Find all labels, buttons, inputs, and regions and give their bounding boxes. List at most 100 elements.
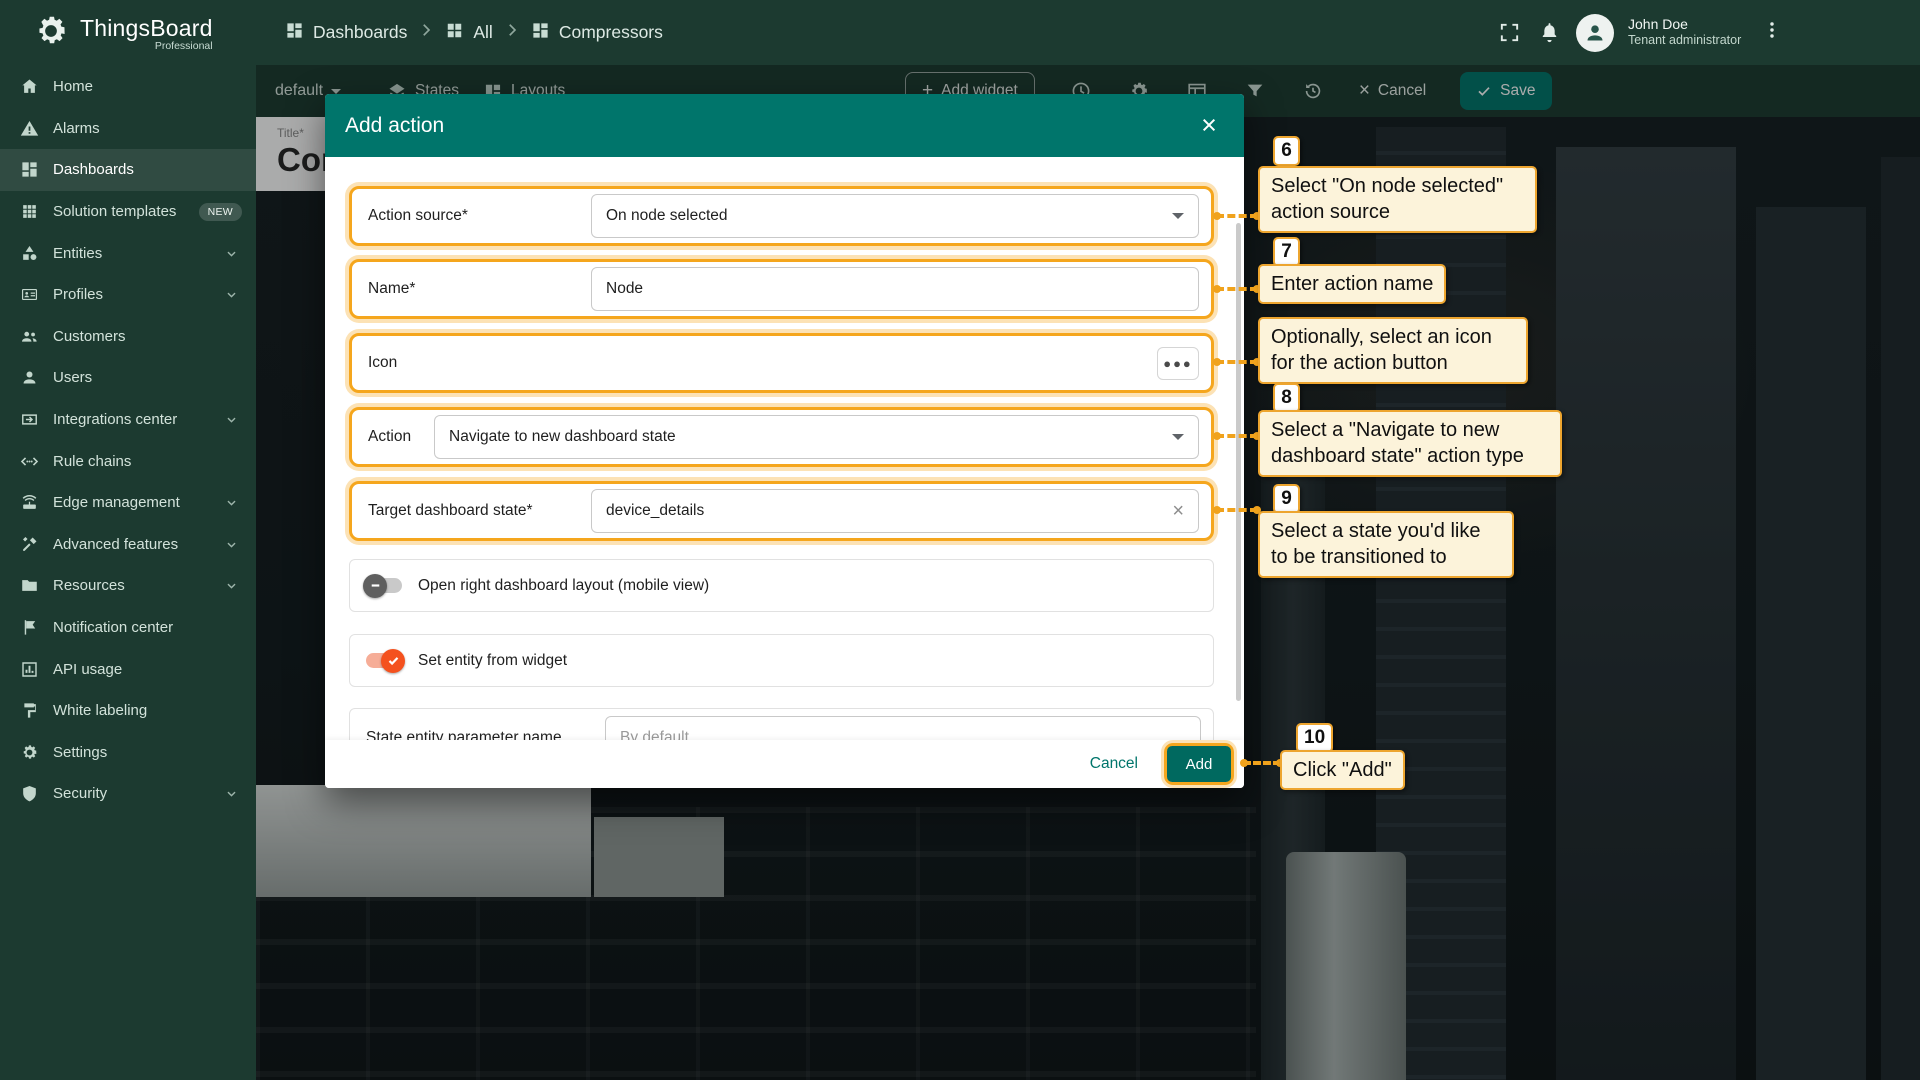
sidebar-item-security[interactable]: Security bbox=[0, 773, 256, 815]
callout-connector-1 bbox=[1216, 214, 1258, 218]
user-info: John Doe Tenant administrator bbox=[1628, 16, 1741, 49]
sidebar-item-label: Entities bbox=[53, 245, 102, 262]
mobile-layout-toggle[interactable] bbox=[366, 578, 402, 593]
sidebar-item-edge-management[interactable]: Edge management bbox=[0, 482, 256, 524]
more-vertical-icon[interactable] bbox=[1761, 19, 1783, 46]
dashboards-group-icon bbox=[445, 21, 464, 45]
sidebar-item-label: Advanced features bbox=[53, 536, 178, 553]
top-header: Dashboards All Compressors John Doe Tena… bbox=[256, 0, 1920, 65]
sidebar-item-customers[interactable]: Customers bbox=[0, 316, 256, 358]
action-type-select[interactable]: Navigate to new dashboard state bbox=[434, 415, 1199, 459]
sidebar-item-label: Settings bbox=[53, 744, 107, 761]
action-name-input[interactable]: Node bbox=[591, 267, 1199, 311]
callout-text: Optionally, select an icon for the actio… bbox=[1258, 317, 1528, 384]
sidebar-item-entities[interactable]: Entities bbox=[0, 232, 256, 274]
icon-row-highlight: Icon ●●● bbox=[349, 333, 1214, 393]
set-entity-row: Set entity from widget bbox=[349, 634, 1214, 687]
sidebar-item-notification-center[interactable]: Notification center bbox=[0, 607, 256, 649]
breadcrumb-dashboards[interactable]: Dashboards bbox=[285, 21, 407, 45]
sidebar-item-label: Alarms bbox=[53, 120, 100, 137]
chevron-down-icon bbox=[220, 492, 242, 514]
callout-text: Select a state you'd like to be transiti… bbox=[1258, 511, 1514, 578]
chevron-down-icon bbox=[1172, 213, 1184, 219]
sidebar-item-label: Solution templates bbox=[53, 203, 176, 220]
new-badge: NEW bbox=[199, 203, 242, 221]
callout-connector-3 bbox=[1216, 360, 1258, 364]
sidebar-item-label: Dashboards bbox=[53, 161, 134, 178]
callout-text: Select "On node selected" action source bbox=[1258, 166, 1537, 233]
sidebar-item-label: Profiles bbox=[53, 286, 103, 303]
breadcrumb-label: Compressors bbox=[559, 22, 663, 43]
user-avatar[interactable] bbox=[1576, 14, 1614, 52]
rule-chains-icon bbox=[18, 450, 40, 472]
sidebar-item-label: Customers bbox=[53, 328, 126, 345]
dialog-scrollbar[interactable] bbox=[1236, 223, 1241, 701]
action-label: Action bbox=[368, 428, 434, 446]
callout-step-badge: 10 bbox=[1296, 723, 1333, 753]
add-button-highlight: Add bbox=[1164, 743, 1234, 785]
settings-icon bbox=[18, 741, 40, 763]
sidebar-item-label: Integrations center bbox=[53, 411, 177, 428]
sidebar-item-users[interactable]: Users bbox=[0, 357, 256, 399]
sidebar-item-profiles[interactable]: Profiles bbox=[0, 274, 256, 316]
callout-connector-6 bbox=[1243, 761, 1281, 765]
sidebar-item-advanced-features[interactable]: Advanced features bbox=[0, 524, 256, 566]
dialog-body: Action source* On node selected Name* No… bbox=[325, 157, 1244, 788]
breadcrumb-label: Dashboards bbox=[313, 22, 407, 43]
dashboards-icon bbox=[285, 21, 304, 45]
clear-icon[interactable]: × bbox=[1172, 500, 1184, 523]
sidebar-item-rule-chains[interactable]: Rule chains bbox=[0, 440, 256, 482]
sidebar-item-label: Rule chains bbox=[53, 453, 131, 470]
sidebar-item-dashboards[interactable]: Dashboards bbox=[0, 149, 256, 191]
sidebar-item-home[interactable]: Home bbox=[0, 66, 256, 108]
action-row-highlight: Action Navigate to new dashboard state bbox=[349, 407, 1214, 467]
dialog-footer: Cancel Add bbox=[325, 740, 1244, 788]
app: ThingsBoard Professional Home Alarms Das… bbox=[0, 0, 1920, 1080]
breadcrumb-all[interactable]: All bbox=[445, 21, 492, 45]
callout-step-badge: 6 bbox=[1273, 136, 1300, 166]
select-icon-button[interactable]: ●●● bbox=[1157, 347, 1199, 380]
name-row-highlight: Name* Node bbox=[349, 259, 1214, 319]
chevron-down-icon bbox=[220, 575, 242, 597]
action-source-value: On node selected bbox=[606, 207, 728, 225]
action-name-value: Node bbox=[606, 280, 643, 298]
chevron-right-icon bbox=[417, 21, 435, 44]
dialog-cancel-button[interactable]: Cancel bbox=[1078, 747, 1150, 781]
chevron-down-icon bbox=[220, 242, 242, 264]
sidebar-item-settings[interactable]: Settings bbox=[0, 732, 256, 774]
breadcrumb-compressors[interactable]: Compressors bbox=[531, 21, 663, 45]
action-source-label: Action source* bbox=[368, 207, 591, 225]
sidebar-item-label: Resources bbox=[53, 577, 125, 594]
sidebar-item-label: Edge management bbox=[53, 494, 180, 511]
callout-connector-4 bbox=[1216, 434, 1258, 438]
sidebar-item-solution-templates[interactable]: Solution templates NEW bbox=[0, 191, 256, 233]
set-entity-toggle-label: Set entity from widget bbox=[418, 652, 567, 670]
sidebar-item-api-usage[interactable]: API usage bbox=[0, 648, 256, 690]
dashboards-icon bbox=[18, 159, 40, 181]
chevron-right-icon bbox=[503, 21, 521, 44]
callout-connector-2 bbox=[1216, 287, 1258, 291]
fullscreen-icon[interactable] bbox=[1496, 20, 1522, 46]
sidebar-item-integrations-center[interactable]: Integrations center bbox=[0, 399, 256, 441]
sidebar-item-label: White labeling bbox=[53, 702, 147, 719]
sidebar-item-alarms[interactable]: Alarms bbox=[0, 108, 256, 150]
target-state-input[interactable]: device_details × bbox=[591, 489, 1199, 533]
close-icon[interactable]: × bbox=[1194, 111, 1224, 141]
target-state-label: Target dashboard state* bbox=[368, 502, 591, 520]
set-entity-toggle[interactable] bbox=[366, 653, 402, 668]
user-name: John Doe bbox=[1628, 16, 1741, 34]
sidebar-item-resources[interactable]: Resources bbox=[0, 565, 256, 607]
callout-text: Click "Add" bbox=[1280, 750, 1405, 790]
sidebar-nav: Home Alarms Dashboards Solution template… bbox=[0, 66, 256, 815]
toggle-knob-off-icon bbox=[363, 574, 387, 598]
customers-icon bbox=[18, 325, 40, 347]
chevron-down-icon bbox=[220, 533, 242, 555]
dialog-add-button[interactable]: Add bbox=[1167, 746, 1231, 782]
notifications-bell-icon[interactable] bbox=[1536, 20, 1562, 46]
target-state-row-highlight: Target dashboard state* device_details × bbox=[349, 481, 1214, 541]
sidebar-item-label: Users bbox=[53, 369, 92, 386]
sidebar-item-white-labeling[interactable]: White labeling bbox=[0, 690, 256, 732]
logo[interactable]: ThingsBoard Professional bbox=[0, 0, 256, 66]
dashboard-icon bbox=[531, 21, 550, 45]
action-source-select[interactable]: On node selected bbox=[591, 194, 1199, 238]
